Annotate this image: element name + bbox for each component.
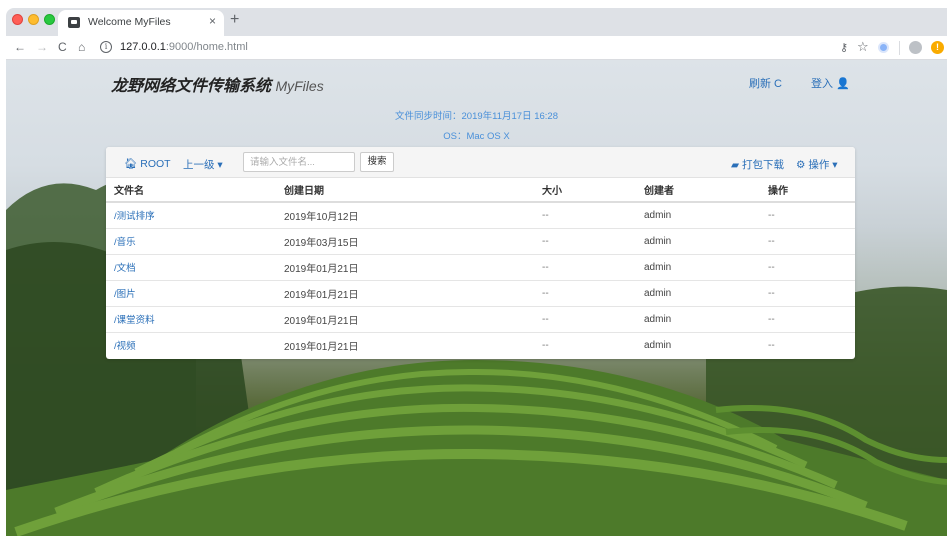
home-icon: 🏠︎ <box>124 158 138 170</box>
file-name-cell: /音乐 <box>106 228 276 255</box>
size-cell: -- <box>534 306 636 333</box>
sync-time-text: 文件同步时间：2019年11月17日 16:28 <box>395 111 558 122</box>
browser-chrome: Welcome MyFiles × + ← → C ⌂ i 127.0.0.1:… <box>6 8 947 60</box>
size-cell: -- <box>534 280 636 307</box>
extension-icon[interactable] <box>878 42 889 53</box>
action-cell: -- <box>768 339 775 351</box>
folder-link[interactable]: /测试排序 <box>114 211 155 222</box>
column-header-date[interactable]: 创建日期 <box>276 178 534 203</box>
action-cell: -- <box>760 254 855 281</box>
folder-link[interactable]: /课堂资料 <box>114 315 155 326</box>
file-table: 文件名 创建日期 大小 创建者 操作 /测试排序 2019年10月12日 -- … <box>106 178 855 358</box>
file-name-cell: /课堂资料 <box>106 306 276 333</box>
column-header-actions: 操作 <box>760 178 855 203</box>
owner-cell: admin <box>636 202 760 229</box>
owner-cell: admin <box>636 254 760 281</box>
maximize-window-button[interactable] <box>44 14 55 25</box>
key-icon[interactable]: ⚷ <box>840 41 848 54</box>
brand-name: 龙野网络文件传输系统 <box>111 78 272 95</box>
profile-avatar-icon[interactable] <box>909 41 922 54</box>
new-tab-button[interactable]: + <box>230 11 239 29</box>
back-button[interactable]: ← <box>14 39 26 55</box>
url-path: :9000/home.html <box>165 41 248 53</box>
date-cell: 2019年01月21日 <box>276 280 534 307</box>
file-name-cell: /测试排序 <box>106 202 276 229</box>
url-text[interactable]: 127.0.0.1:9000/home.html <box>120 41 248 53</box>
close-window-button[interactable] <box>12 14 23 25</box>
action-cell: -- <box>760 306 855 333</box>
column-header-owner[interactable]: 创建者 <box>636 178 760 203</box>
login-link[interactable]: 登入 👤 <box>811 75 850 91</box>
toolbar-divider <box>899 41 900 55</box>
tab-title: Welcome MyFiles <box>88 16 171 28</box>
owner-cell: admin <box>636 306 760 333</box>
file-toolbar: 🏠︎ ROOT 上一级 ▾ 搜索 ▰ 打包下载 ⚙ 操作 ▾ <box>106 147 855 178</box>
root-label: ROOT <box>140 158 171 170</box>
folder-link[interactable]: /视频 <box>114 341 136 352</box>
table-row: /课堂资料 2019年01月21日 -- admin -- <box>106 306 855 333</box>
browser-tab[interactable]: Welcome MyFiles × <box>58 10 224 36</box>
size-cell: -- <box>534 254 636 281</box>
owner-cell: admin <box>636 280 760 307</box>
column-header-size[interactable]: 大小 <box>534 178 636 203</box>
table-row: /图片 2019年01月21日 -- admin -- <box>106 280 855 307</box>
owner-cell: admin <box>644 339 672 351</box>
date-cell: 2019年10月12日 <box>276 202 534 229</box>
ops-label: 操作 ▾ <box>808 159 838 171</box>
forward-button[interactable]: → <box>36 39 48 55</box>
table-row: /视频 2019年01月21日 -- admin -- <box>106 332 855 358</box>
folder-link[interactable]: /音乐 <box>114 237 136 248</box>
tab-bar: Welcome MyFiles × + <box>6 8 947 36</box>
action-cell: -- <box>760 280 855 307</box>
browser-toolbar: ← → C ⌂ i 127.0.0.1:9000/home.html ⚷ ☆ ! <box>6 36 947 60</box>
address-bar[interactable]: i 127.0.0.1:9000/home.html <box>96 38 836 58</box>
url-host: 127.0.0.1 <box>120 41 166 53</box>
action-cell: -- <box>760 228 855 255</box>
file-panel: 🏠︎ ROOT 上一级 ▾ 搜索 ▰ 打包下载 ⚙ 操作 ▾ 文件名 创建日期 … <box>106 147 855 359</box>
search-button[interactable]: 搜索 <box>360 152 394 172</box>
bookmark-star-icon[interactable]: ☆ <box>857 39 869 55</box>
action-cell: -- <box>760 202 855 229</box>
up-level-dropdown[interactable]: 上一级 ▾ <box>183 157 223 172</box>
size-cell: -- <box>534 228 636 255</box>
table-row: /音乐 2019年03月15日 -- admin -- <box>106 228 855 255</box>
folder-link[interactable]: /文档 <box>114 263 136 274</box>
tab-close-icon[interactable]: × <box>209 14 216 28</box>
file-name-cell: /视频 <box>106 332 276 358</box>
page-viewport: 龙野网络文件传输系统 MyFiles 刷新 C 登入 👤 文件同步时间：2019… <box>6 60 947 536</box>
file-name-cell: /图片 <box>106 280 276 307</box>
size-cell: -- <box>534 202 636 229</box>
search-input[interactable] <box>243 152 355 172</box>
reload-button[interactable]: C <box>58 39 67 55</box>
column-header-name[interactable]: 文件名 <box>106 178 276 203</box>
brand-subtitle: MyFiles <box>275 78 324 94</box>
owner-cell: admin <box>636 228 760 255</box>
root-button[interactable]: 🏠︎ ROOT <box>124 157 171 170</box>
date-cell: 2019年01月21日 <box>276 254 534 281</box>
refresh-link[interactable]: 刷新 C <box>749 75 782 91</box>
home-button[interactable]: ⌂ <box>78 39 85 55</box>
date-cell: 2019年03月15日 <box>276 228 534 255</box>
table-row: /文档 2019年01月21日 -- admin -- <box>106 254 855 281</box>
zip-label: 打包下载 <box>742 159 784 171</box>
briefcase-icon: ▰ <box>731 159 740 171</box>
table-row: /测试排序 2019年10月12日 -- admin -- <box>106 202 855 229</box>
minimize-window-button[interactable] <box>28 14 39 25</box>
favicon-icon <box>68 17 80 28</box>
table-header-row: 文件名 创建日期 大小 创建者 操作 <box>106 178 855 203</box>
file-name-cell: /文档 <box>106 254 276 281</box>
date-cell: 2019年01月21日 <box>276 306 534 333</box>
zip-download-button[interactable]: ▰ 打包下载 <box>731 157 784 172</box>
info-icon[interactable]: i <box>100 41 112 53</box>
os-info-text: OS：Mac OS X <box>443 131 510 142</box>
size-cell: -- <box>542 339 549 351</box>
page-title: 龙野网络文件传输系统 MyFiles <box>111 72 324 96</box>
gear-icon: ⚙ <box>796 159 806 171</box>
folder-link[interactable]: /图片 <box>114 289 136 300</box>
operations-dropdown[interactable]: ⚙ 操作 ▾ <box>796 157 838 172</box>
update-icon[interactable]: ! <box>931 41 944 54</box>
date-cell: 2019年01月21日 <box>284 341 359 353</box>
